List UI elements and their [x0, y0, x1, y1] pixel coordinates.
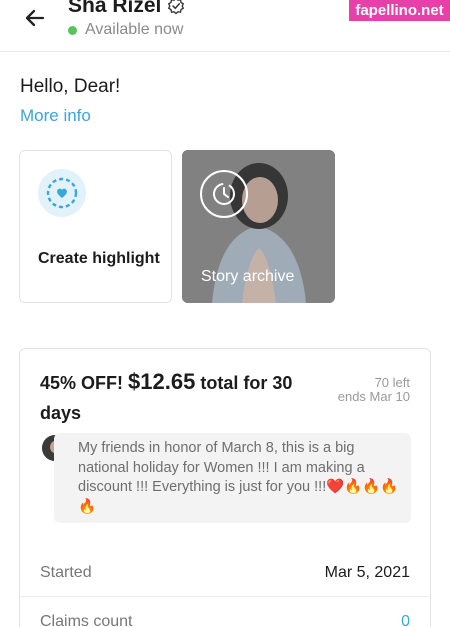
arrow-left-icon [25, 9, 45, 27]
story-archive-tile[interactable]: Story archive [182, 150, 335, 303]
divider [20, 596, 430, 597]
profile-name[interactable]: Sha Rizel [68, 0, 161, 18]
availability-row: Available now [68, 21, 183, 39]
claims-count-label: Claims count [40, 613, 133, 627]
promotion-card: 45% OFF! $12.65 total for 30 days 70 lef… [19, 348, 431, 627]
story-archive-label: Story archive [201, 268, 295, 285]
clock-icon [213, 183, 235, 205]
highlight-icon-wrap [38, 169, 86, 217]
archive-clock-wrap [200, 170, 248, 218]
offer-headline: 45% OFF! $12.65 total for 30 days [40, 367, 330, 428]
more-info-link[interactable]: More info [20, 106, 91, 126]
greeting-text: Hello, Dear! [20, 76, 121, 97]
claims-count-value[interactable]: 0 [401, 613, 410, 627]
availability-status: Available now [85, 21, 184, 38]
offer-left-count: 70 left [374, 375, 410, 390]
back-button[interactable] [18, 3, 52, 33]
watermark: fapellino.net [349, 0, 450, 21]
create-highlight-tile[interactable]: Create highlight [19, 150, 172, 303]
online-dot [68, 25, 77, 35]
offer-message-box: My friends in honor of March 8, this is … [54, 433, 411, 523]
offer-end-date: ends Mar 10 [337, 389, 410, 404]
verified-check-icon [168, 0, 185, 15]
offer-discount: 45% OFF! [40, 373, 124, 393]
started-label: Started [40, 564, 92, 581]
profile-name-row: Sha Rizel [68, 0, 185, 18]
started-value: Mar 5, 2021 [324, 564, 410, 581]
heart-circle-icon [46, 177, 78, 209]
profile-header: Sha Rizel Available now fapellino.net [0, 0, 450, 52]
offer-message: My friends in honor of March 8, this is … [78, 440, 399, 515]
create-highlight-label: Create highlight [38, 250, 160, 267]
offer-availability: 70 left ends Mar 10 [310, 376, 410, 404]
offer-price: $12.65 [128, 369, 196, 394]
